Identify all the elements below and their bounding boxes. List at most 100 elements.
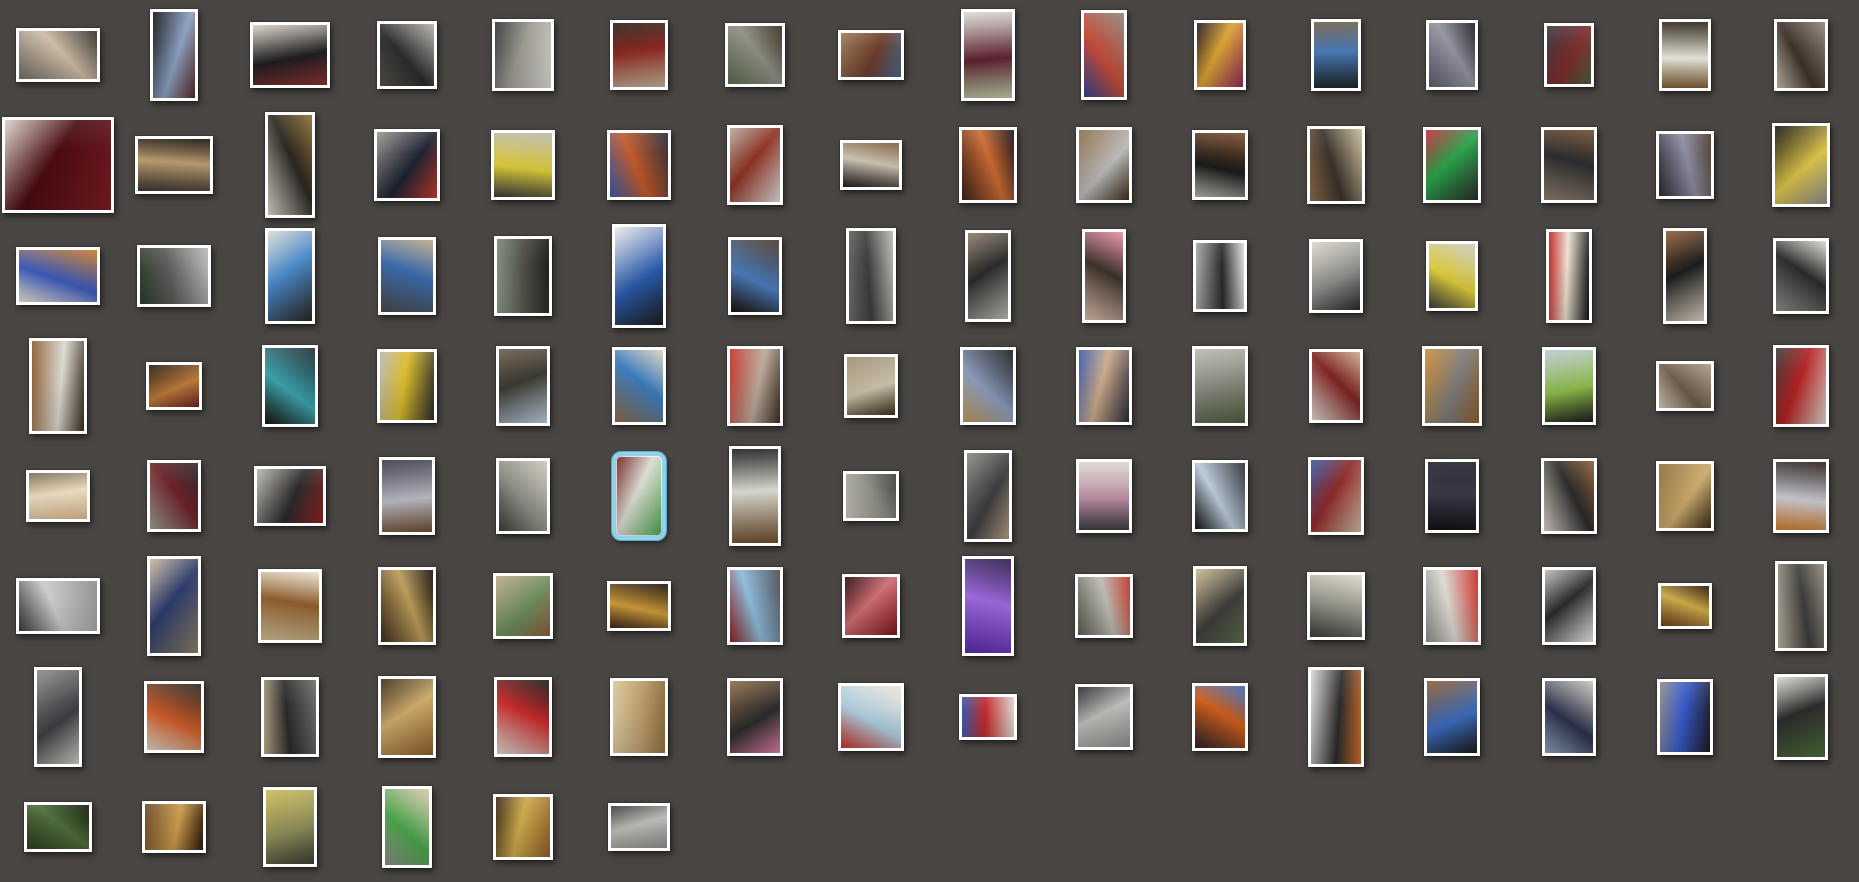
photo-thumbnail[interactable] bbox=[1075, 684, 1133, 750]
photo-thumbnail[interactable] bbox=[960, 347, 1016, 425]
photo-thumbnail[interactable] bbox=[377, 21, 437, 89]
photo-thumbnail[interactable] bbox=[496, 458, 550, 534]
photo-thumbnail[interactable] bbox=[250, 22, 330, 88]
photo-thumbnail[interactable] bbox=[147, 556, 201, 656]
photo-thumbnail[interactable] bbox=[1772, 123, 1830, 207]
photo-thumbnail[interactable] bbox=[1774, 674, 1828, 760]
photo-thumbnail[interactable] bbox=[843, 471, 899, 521]
photo-thumbnail[interactable] bbox=[1423, 127, 1481, 203]
photo-thumbnail[interactable] bbox=[727, 125, 783, 205]
photo-thumbnail[interactable] bbox=[1193, 240, 1247, 312]
photo-thumbnail[interactable] bbox=[142, 801, 206, 853]
photo-thumbnail[interactable] bbox=[254, 466, 326, 526]
photo-thumbnail[interactable] bbox=[842, 574, 900, 638]
photo-thumbnail[interactable] bbox=[1663, 228, 1707, 324]
photo-thumbnail[interactable] bbox=[378, 676, 436, 758]
photo-thumbnail[interactable] bbox=[612, 347, 666, 425]
photo-thumbnail[interactable] bbox=[1542, 347, 1596, 425]
photo-thumbnail[interactable] bbox=[1076, 127, 1132, 203]
photo-thumbnail[interactable] bbox=[1308, 457, 1364, 535]
photo-thumbnail[interactable] bbox=[1544, 23, 1594, 87]
photo-thumbnail[interactable] bbox=[147, 460, 201, 532]
photo-thumbnail[interactable] bbox=[1541, 127, 1597, 203]
photo-thumbnail[interactable] bbox=[378, 567, 436, 645]
photo-thumbnail[interactable] bbox=[258, 569, 322, 643]
photo-thumbnail[interactable] bbox=[379, 457, 435, 535]
photo-thumbnail[interactable] bbox=[491, 130, 555, 200]
photo-thumbnail[interactable] bbox=[846, 228, 896, 324]
photo-thumbnail[interactable] bbox=[608, 803, 670, 851]
photo-thumbnail[interactable] bbox=[1774, 19, 1828, 91]
photo-thumbnail[interactable] bbox=[493, 573, 553, 639]
photo-thumbnail[interactable] bbox=[377, 349, 437, 423]
photo-thumbnail[interactable] bbox=[1076, 347, 1132, 425]
photo-thumbnail[interactable] bbox=[840, 140, 902, 190]
photo-thumbnail[interactable] bbox=[1542, 567, 1596, 645]
photo-thumbnail[interactable] bbox=[844, 354, 898, 418]
photo-thumbnail[interactable] bbox=[150, 9, 198, 101]
photo-thumbnail[interactable] bbox=[610, 678, 668, 756]
photo-thumbnail[interactable] bbox=[1422, 346, 1482, 426]
photo-thumbnail[interactable] bbox=[965, 230, 1011, 322]
photo-thumbnail[interactable] bbox=[24, 802, 92, 852]
photo-thumbnail[interactable] bbox=[26, 470, 90, 522]
photo-thumbnail[interactable] bbox=[838, 683, 904, 751]
photo-thumbnail[interactable] bbox=[265, 228, 315, 324]
photo-thumbnail[interactable] bbox=[1425, 459, 1479, 533]
photo-thumbnail[interactable] bbox=[1773, 345, 1829, 427]
photo-thumbnail[interactable] bbox=[16, 247, 100, 305]
photo-thumbnail[interactable] bbox=[1657, 679, 1713, 755]
photo-thumbnail[interactable] bbox=[1309, 239, 1363, 313]
photo-thumbnail[interactable] bbox=[2, 117, 114, 213]
photo-thumbnail[interactable] bbox=[135, 136, 213, 194]
photo-thumbnail[interactable] bbox=[496, 346, 550, 426]
photo-thumbnail[interactable] bbox=[1426, 20, 1478, 90]
photo-thumbnail[interactable] bbox=[1656, 461, 1714, 531]
photo-thumbnail[interactable] bbox=[493, 794, 553, 860]
photo-thumbnail[interactable] bbox=[1192, 683, 1248, 751]
photo-thumbnail[interactable] bbox=[382, 786, 432, 868]
photo-thumbnail[interactable] bbox=[1541, 458, 1597, 534]
photo-thumbnail[interactable] bbox=[964, 450, 1012, 542]
photo-grid[interactable] bbox=[0, 0, 1859, 882]
photo-thumbnail[interactable] bbox=[1193, 566, 1247, 646]
photo-thumbnail[interactable] bbox=[262, 345, 318, 427]
photo-thumbnail[interactable] bbox=[16, 28, 100, 82]
photo-thumbnail[interactable] bbox=[1656, 361, 1714, 411]
photo-thumbnail[interactable] bbox=[1307, 572, 1365, 640]
photo-thumbnail[interactable] bbox=[1192, 460, 1248, 532]
photo-thumbnail[interactable] bbox=[961, 9, 1015, 101]
photo-thumbnail[interactable] bbox=[607, 581, 671, 631]
photo-thumbnail[interactable] bbox=[29, 338, 87, 434]
photo-thumbnail[interactable] bbox=[16, 578, 100, 634]
photo-thumbnail[interactable] bbox=[1773, 238, 1829, 314]
photo-thumbnail[interactable] bbox=[727, 567, 783, 645]
photo-thumbnail[interactable] bbox=[1308, 667, 1364, 767]
photo-thumbnail[interactable] bbox=[374, 129, 440, 201]
photo-thumbnail[interactable] bbox=[729, 446, 781, 546]
photo-thumbnail[interactable] bbox=[1311, 19, 1361, 91]
photo-thumbnail[interactable] bbox=[1192, 346, 1248, 426]
photo-thumbnail[interactable] bbox=[1426, 241, 1478, 311]
photo-thumbnail[interactable] bbox=[959, 694, 1017, 740]
photo-thumbnail[interactable] bbox=[1542, 678, 1596, 756]
photo-thumbnail[interactable] bbox=[838, 30, 904, 80]
photo-thumbnail[interactable] bbox=[610, 20, 668, 90]
photo-thumbnail[interactable] bbox=[1075, 574, 1133, 638]
photo-thumbnail[interactable] bbox=[612, 224, 666, 328]
photo-thumbnail[interactable] bbox=[492, 19, 554, 91]
photo-thumbnail[interactable] bbox=[265, 112, 315, 218]
photo-thumbnail[interactable] bbox=[1656, 131, 1714, 199]
photo-thumbnail[interactable] bbox=[34, 667, 82, 767]
photo-thumbnail[interactable] bbox=[1424, 678, 1480, 756]
photo-thumbnail[interactable] bbox=[727, 678, 783, 756]
photo-thumbnail[interactable] bbox=[728, 237, 782, 315]
photo-thumbnail[interactable] bbox=[1192, 130, 1248, 200]
photo-thumbnail[interactable] bbox=[1546, 229, 1592, 323]
photo-thumbnail[interactable] bbox=[1658, 583, 1712, 629]
photo-thumbnail[interactable] bbox=[137, 245, 211, 307]
photo-thumbnail[interactable] bbox=[263, 787, 317, 867]
photo-thumbnail[interactable] bbox=[727, 346, 783, 426]
photo-thumbnail[interactable] bbox=[1659, 19, 1711, 91]
photo-thumbnail[interactable] bbox=[378, 237, 436, 315]
